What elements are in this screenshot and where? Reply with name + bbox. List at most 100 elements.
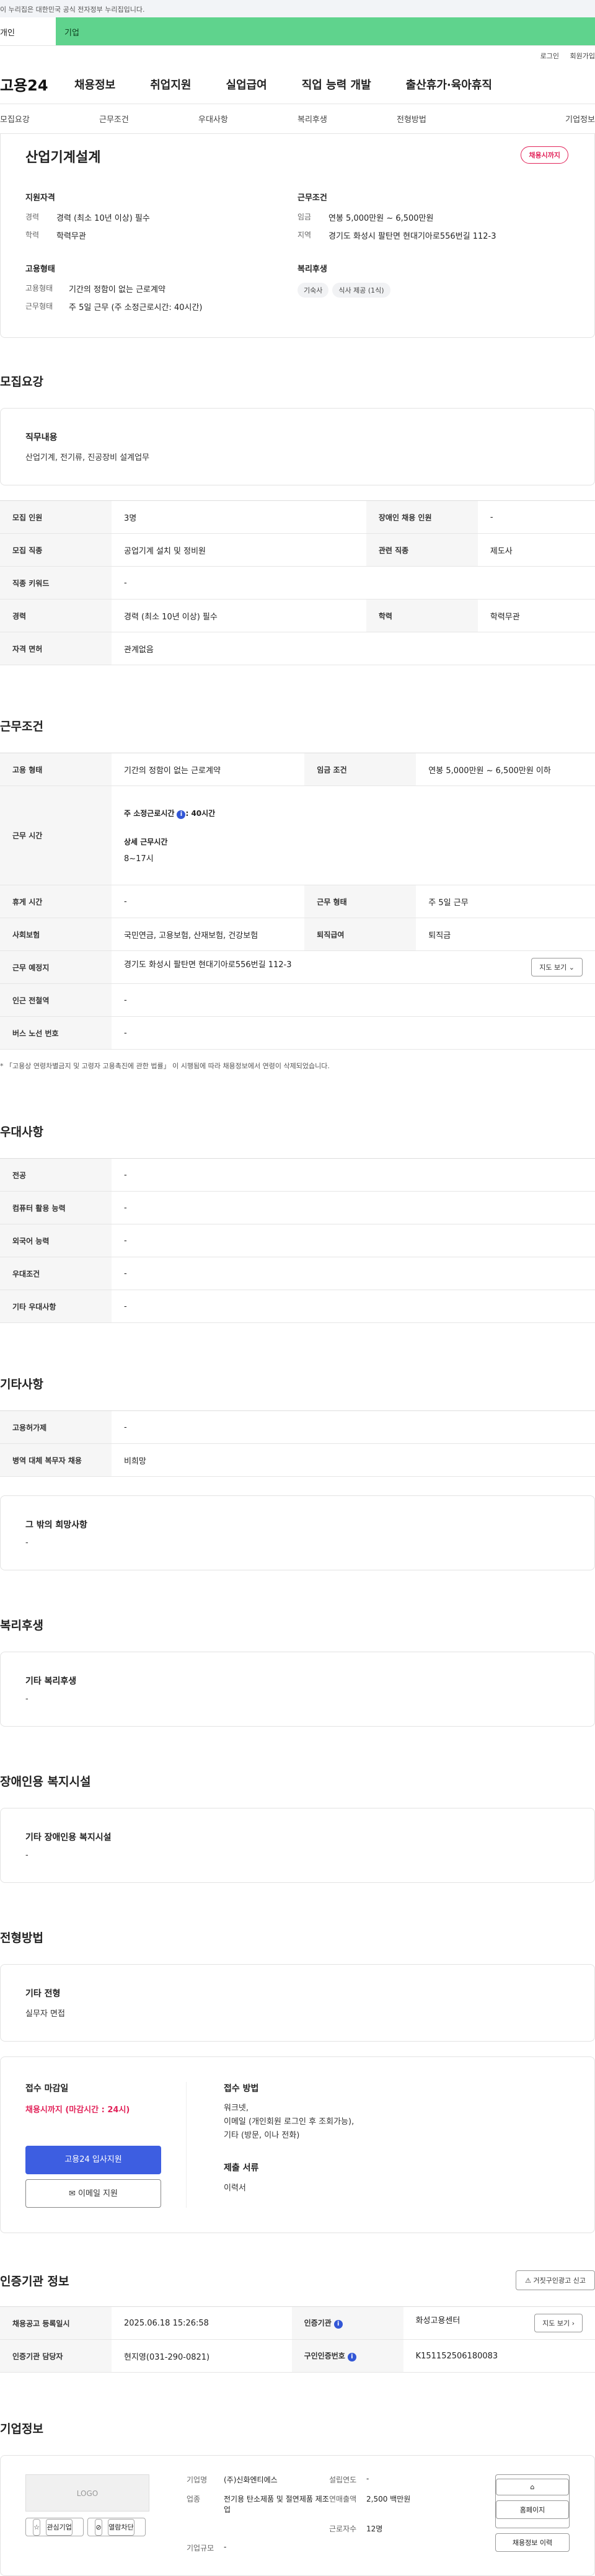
industry-label: 업종 <box>187 2495 201 2503</box>
table-cell: - <box>112 1290 595 1323</box>
gnb-parental-leave[interactable]: 출산휴가·육아휴직 <box>406 76 492 92</box>
info-icon[interactable]: i <box>347 2353 356 2361</box>
table-cell: 화성고용센터 지도 보기 › <box>403 2306 595 2340</box>
subnav-conditions[interactable]: 근무조건 <box>99 113 198 125</box>
homepage-button[interactable]: ⌂ 홈페이지 <box>495 2474 570 2528</box>
table-cell: 관계없음 <box>112 632 595 665</box>
map-button[interactable]: 지도 보기 ⌄ <box>531 958 583 976</box>
region-value: 경기도 화성시 팔탄면 현대기아로556번길 112-3 <box>328 232 496 241</box>
table-cell: 비희망 <box>112 1443 595 1477</box>
process-section-heading: 전형방법 <box>0 1931 43 1945</box>
recruit-history-button[interactable]: 채용정보 이력 <box>495 2533 570 2552</box>
age-notice: * 「고용상 연령차별금지 및 고령자 고용촉진에 관한 법률」 이 시행됨에 … <box>0 1062 330 1070</box>
work-type-value: 주 5일 근무 (주 소정근로시간: 40시간) <box>69 303 203 312</box>
welfare-chip: 기숙사 <box>298 283 329 298</box>
career-label: 경력 <box>25 213 40 221</box>
welfare-heading: 복리후생 <box>298 265 327 274</box>
table-header: 사회보험 <box>0 918 112 951</box>
etc-section-heading: 기타사항 <box>0 1378 43 1391</box>
deadline-value: 채용시까지 (마감시간 : 24시) <box>25 2105 130 2115</box>
method-value: 워크넷, 이메일 (개인회원 로그인 후 조회가능), 기타 (방문, 이나 전화) <box>224 2104 355 2140</box>
table-header: 병역 대체 복무자 채용 <box>0 1443 112 1477</box>
block-company-button[interactable]: ⊘ 열람차단 <box>87 2518 146 2536</box>
table-row: 인근 전철역 - <box>0 983 595 1017</box>
table-cell: 학력무관 <box>477 599 595 632</box>
table-header: 모집 인원 <box>0 500 112 534</box>
table-cell: - <box>112 1224 595 1257</box>
table-header: 모집 직종 <box>0 533 112 567</box>
info-icon[interactable]: i <box>333 2320 343 2329</box>
apply-card: 접수 마감일 채용시까지 (마감시간 : 24시) 고용24 입사지원 ✉ 이메… <box>0 2056 595 2233</box>
table-header: 외국어 능력 <box>0 1224 112 1257</box>
table-row: 자격 면허 관계없음 <box>0 632 595 665</box>
recruit-table: 모집 인원 3명 장애인 채용 인원 - 모집 직종 공업기계 설치 및 정비원 관련 직… <box>0 500 595 665</box>
deadline-badge: 채용시까지 <box>521 146 568 164</box>
welfare-section-heading: 복리후생 <box>0 1619 43 1632</box>
info-icon[interactable]: i <box>177 810 186 819</box>
table-header: 인증기관 i <box>291 2306 403 2340</box>
gnb-employment-support[interactable]: 취업지원 <box>150 76 191 92</box>
conditions-section-heading: 근무조건 <box>0 720 43 733</box>
wage-value: 연봉 5,000만원 ~ 6,500만원 <box>328 214 434 223</box>
report-fake-ad-button[interactable]: ⚠ 거짓구인광고 신고 <box>516 2270 595 2290</box>
table-cell: - <box>112 983 595 1017</box>
qualification-heading: 지원자격 <box>25 193 55 203</box>
table-row: 모집 인원 3명 장애인 채용 인원 - <box>0 500 595 534</box>
tab-company[interactable]: 기업 <box>56 17 595 45</box>
cert-table: 채용공고 등록일시 2025.06.18 15:26:58 인증기관 i 화성고용센터 지… <box>0 2306 595 2373</box>
join-link[interactable]: 회원가입 <box>570 52 595 60</box>
map-button[interactable]: 지도 보기 › <box>534 2314 583 2332</box>
table-row: 전공 - <box>0 1158 595 1192</box>
table-header: 경력 <box>0 599 112 632</box>
apply-button[interactable]: 고용24 입사지원 <box>25 2146 161 2174</box>
table-row: 사회보험 국민연금, 고용보험, 산재보험, 건강보험 퇴직급여 퇴직금 <box>0 918 595 951</box>
home-icon: ⌂ <box>496 2479 569 2495</box>
disabled-sub-heading: 기타 장애인용 복지시설 <box>25 1833 112 1843</box>
employment-type-label: 고용형태 <box>25 284 53 293</box>
work-type-label: 근무형태 <box>25 302 53 311</box>
subnav-preference[interactable]: 우대사항 <box>198 113 298 125</box>
login-link[interactable]: 로그인 <box>540 52 559 60</box>
welfare-sub-heading: 기타 복리후생 <box>25 1676 77 1686</box>
subnav-welfare[interactable]: 복리후생 <box>298 113 397 125</box>
other-wishes-value: - <box>25 1538 29 1547</box>
welfare-chip: 식사 제공 (1식) <box>332 283 390 298</box>
tab-personal[interactable]: 개인 <box>0 17 56 45</box>
table-cell: 2025.06.18 15:26:58 <box>112 2306 292 2340</box>
global-nav: 고용24 채용정보 취업지원 실업급여 직업 능력 개발 출산휴가·육아휴직 <box>0 64 595 104</box>
table-row: 버스 노선 번호 - <box>0 1016 595 1050</box>
table-cell: 국민연금, 고용보험, 산재보험, 건강보험 <box>112 918 305 951</box>
table-row: 근무 시간 주 소정근로시간 i: 40시간 상세 근무시간 8~17시 <box>0 786 595 885</box>
employees-label: 근로자수 <box>329 2525 357 2533</box>
subnav-process[interactable]: 전형방법 <box>397 113 496 125</box>
block-icon: ⊘ <box>95 2519 102 2536</box>
mail-icon: ✉ <box>69 2189 76 2198</box>
subnav-company[interactable]: 기업정보 <box>496 113 595 125</box>
table-row: 외국어 능력 - <box>0 1224 595 1257</box>
duty-heading: 직무내용 <box>25 433 58 443</box>
member-type-tabs: 개인 기업 <box>0 17 595 46</box>
gnb-jobs[interactable]: 채용정보 <box>74 76 115 92</box>
favorite-company-button[interactable]: ☆ 관심기업 <box>25 2518 84 2536</box>
email-apply-button[interactable]: ✉ 이메일 지원 <box>25 2179 161 2208</box>
company-name-value: (주)신화엔티에스 <box>224 2476 278 2484</box>
other-wishes-card: 그 밖의 희망사항 - <box>0 1495 595 1570</box>
subnav-recruit[interactable]: 모집요강 <box>0 113 99 125</box>
education-label: 학력 <box>25 231 40 239</box>
gnb-unemployment-benefit[interactable]: 실업급여 <box>226 76 267 92</box>
table-header: 고용 형태 <box>0 753 112 786</box>
recruit-section-heading: 모집요강 <box>0 375 43 389</box>
table-row: 인증기관 담당자 현지영(031-290-0821) 구인인증번호 i K1511525… <box>0 2339 595 2373</box>
table-row: 직종 키워드 - <box>0 566 595 600</box>
table-header: 채용공고 등록일시 <box>0 2306 112 2340</box>
method-heading: 접수 방법 <box>224 2084 259 2094</box>
table-header: 자격 면허 <box>0 632 112 665</box>
disabled-section-heading: 장애인용 복지시설 <box>0 1775 91 1789</box>
table-cell: - <box>112 1191 595 1224</box>
site-logo[interactable]: 고용24 <box>0 73 74 95</box>
deadline-heading: 접수 마감일 <box>25 2084 69 2094</box>
table-cell: - <box>112 566 595 600</box>
welfare-card: 기타 복리후생 - <box>0 1652 595 1727</box>
gnb-vocational-training[interactable]: 직업 능력 개발 <box>302 76 371 92</box>
table-cell: - <box>112 885 305 918</box>
